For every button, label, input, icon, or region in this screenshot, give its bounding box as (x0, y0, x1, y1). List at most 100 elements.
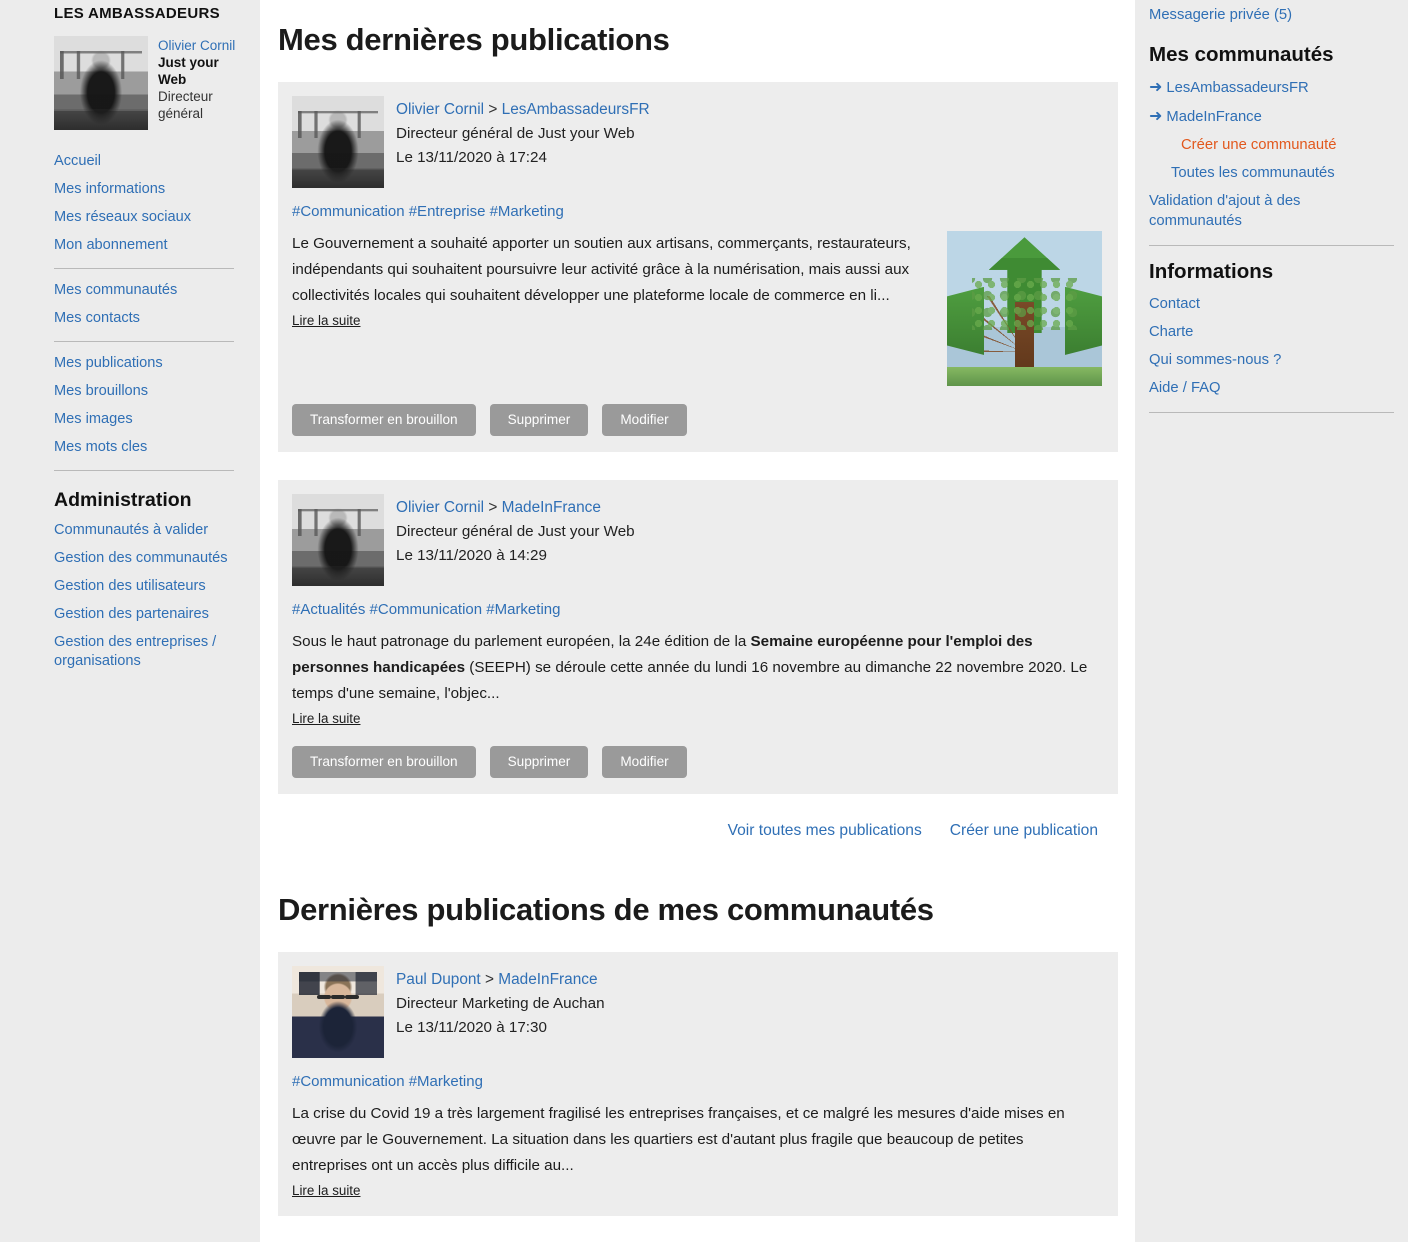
post-thumbnail[interactable] (947, 231, 1102, 386)
sidebar-item-label[interactable]: Communautés à valider (54, 521, 208, 540)
sidebar-item-gestion-des-partenaires: Gestion des partenaires (54, 605, 246, 624)
delete-button[interactable]: Supprimer (489, 746, 589, 778)
private-messages-link[interactable]: Messagerie privée (5) (1149, 5, 1292, 25)
create-publication-link[interactable]: Créer une publication (950, 822, 1098, 840)
byline-separator: > (485, 971, 494, 988)
info-item-contact[interactable]: Contact (1149, 294, 1394, 314)
sidebar-item-label[interactable]: Gestion des entreprises / organisations (54, 633, 246, 671)
sidebar-item-label[interactable]: Mes images (54, 410, 133, 429)
sidebar-item-label[interactable]: Mon abonnement (54, 236, 168, 255)
sidebar-item-label[interactable]: Mes mots cles (54, 438, 147, 457)
validation-row[interactable]: Validation d'ajout à des communautés (1149, 191, 1394, 231)
portrait-photo-paul-icon (292, 966, 384, 1058)
sidebar-item-mon-abonnement: Mon abonnement (54, 236, 246, 255)
create-community-link[interactable]: Créer une communauté (1181, 135, 1336, 155)
post-community-link[interactable]: MadeInFrance (502, 499, 601, 516)
info-item-charte[interactable]: Charte (1149, 322, 1394, 342)
post-excerpt-text: Le Gouvernement a souhaité apporter un s… (292, 235, 911, 304)
edit-button[interactable]: Modifier (602, 746, 687, 778)
divider (54, 470, 234, 471)
info-item-qui-sommes-nous[interactable]: Qui sommes-nous ? (1149, 350, 1394, 370)
page-title: Mes dernières publications (278, 22, 670, 57)
sidebar-item-label[interactable]: Gestion des partenaires (54, 605, 209, 624)
avatar (292, 966, 384, 1058)
all-communities-row[interactable]: Toutes les communautés (1149, 163, 1394, 183)
delete-button[interactable]: Supprimer (489, 404, 589, 436)
community-item-madeinfrance[interactable]: ➜ MadeInFrance (1149, 106, 1394, 127)
post-author-link[interactable]: Paul Dupont (396, 971, 481, 988)
post-author-role: Directeur Marketing de Auchan (396, 995, 605, 1012)
left-sidebar: LES AMBASSADEURS Olivier Cornil Just you… (0, 0, 260, 1242)
sidebar-item-label[interactable]: Accueil (54, 152, 101, 171)
sidebar-item-label[interactable]: Mes informations (54, 180, 165, 199)
main-content: Mes dernières publications Olivier Corni… (260, 0, 1135, 1242)
post-date: Le 13/11/2020 à 14:29 (396, 547, 547, 564)
sidebar-item-label[interactable]: Mes communautés (54, 281, 177, 300)
divider (1149, 412, 1394, 413)
transform-to-draft-button[interactable]: Transformer en brouillon (292, 404, 476, 436)
avatar (54, 36, 148, 130)
read-more-link[interactable]: Lire la suite (292, 1183, 360, 1198)
community-item-lesambassadeursfr[interactable]: ➜ LesAmbassadeursFR (1149, 77, 1394, 98)
profile-role: Directeur général (158, 89, 213, 121)
post-header: Olivier Cornil > LesAmbassadeursFR Direc… (292, 96, 1102, 188)
transform-to-draft-button[interactable]: Transformer en brouillon (292, 746, 476, 778)
community-link-label[interactable]: LesAmbassadeursFR (1166, 78, 1308, 98)
arrow-right-icon: ➜ (1149, 79, 1163, 96)
info-link-label[interactable]: Aide / FAQ (1149, 378, 1221, 398)
portrait-photo-olivier-icon (292, 494, 384, 586)
create-community-row[interactable]: Créer une communauté (1149, 135, 1394, 155)
all-communities-link[interactable]: Toutes les communautés (1171, 163, 1335, 183)
community-link-label[interactable]: MadeInFrance (1166, 107, 1261, 127)
post-tags[interactable]: #Communication #Entreprise #Marketing (292, 202, 1102, 222)
sidebar-item-mes-informations: Mes informations (54, 180, 246, 199)
see-all-publications-link[interactable]: Voir toutes mes publications (728, 822, 922, 840)
post-tags-label[interactable]: #Communication #Entreprise #Marketing (292, 203, 564, 220)
edit-button[interactable]: Modifier (602, 404, 687, 436)
validation-link[interactable]: Validation d'ajout à des communautés (1149, 191, 1394, 231)
post-author-link[interactable]: Olivier Cornil (396, 499, 484, 516)
sidebar-item-mes-contacts: Mes contacts (54, 309, 246, 328)
info-link-label[interactable]: Qui sommes-nous ? (1149, 350, 1281, 370)
post-tags[interactable]: #Communication #Marketing (292, 1072, 1102, 1092)
profile-name-link[interactable]: Olivier Cornil (158, 37, 246, 54)
sidebar-item-label[interactable]: Gestion des communautés (54, 549, 228, 568)
post-tags-label[interactable]: #Actualités #Communication #Marketing (292, 601, 560, 618)
post-header: Paul Dupont > MadeInFrance Directeur Mar… (292, 966, 1102, 1058)
post-tags[interactable]: #Actualités #Communication #Marketing (292, 600, 1102, 620)
info-item-aide-faq[interactable]: Aide / FAQ (1149, 378, 1394, 398)
sidebar-item-gestion-des-entreprises: Gestion des entreprises / organisations (54, 633, 246, 671)
sidebar-item-mes-communautes: Mes communautés (54, 281, 246, 300)
post-body-row: Le Gouvernement a souhaité apporter un s… (292, 231, 1102, 386)
sidebar-item-label[interactable]: Mes publications (54, 354, 163, 373)
post-card: Olivier Cornil > LesAmbassadeursFR Direc… (278, 82, 1118, 452)
divider (54, 341, 234, 342)
info-link-label[interactable]: Charte (1149, 322, 1193, 342)
administration-heading: Administration (54, 489, 192, 511)
post-byline: Olivier Cornil > LesAmbassadeursFR (396, 98, 650, 122)
sidebar-item-gestion-des-communautes: Gestion des communautés (54, 549, 246, 568)
profile-card: Olivier Cornil Just your Web Directeur g… (54, 36, 246, 130)
post-tags-label[interactable]: #Communication #Marketing (292, 1073, 483, 1090)
informations-list: Contact Charte Qui sommes-nous ? Aide / … (1149, 294, 1394, 398)
sidebar-item-mes-mots-cles: Mes mots cles (54, 438, 246, 457)
feed-footer-links: Voir toutes mes publications Créer une p… (278, 822, 1118, 840)
right-sidebar: Messagerie privée (5) Mes communautés ➜ L… (1135, 0, 1408, 1242)
portrait-photo-olivier-icon (292, 96, 384, 188)
post-author-link[interactable]: Olivier Cornil (396, 101, 484, 118)
sidebar-item-label[interactable]: Mes brouillons (54, 382, 148, 401)
read-more-link[interactable]: Lire la suite (292, 313, 360, 328)
post-community-link[interactable]: MadeInFrance (498, 971, 597, 988)
info-link-label[interactable]: Contact (1149, 294, 1200, 314)
read-more-link[interactable]: Lire la suite (292, 711, 360, 726)
post-body-row: Sous le haut patronage du parlement euro… (292, 629, 1102, 728)
sidebar-item-mes-publications: Mes publications (54, 354, 246, 373)
post-excerpt-text: Sous le haut patronage du parlement euro… (292, 633, 751, 650)
sidebar-item-label[interactable]: Mes réseaux sociaux (54, 208, 191, 227)
post-byline: Paul Dupont > MadeInFrance (396, 968, 605, 992)
post-community-link[interactable]: LesAmbassadeursFR (502, 101, 650, 118)
informations-heading: Informations (1149, 260, 1274, 283)
sidebar-item-label[interactable]: Mes contacts (54, 309, 140, 328)
sidebar-item-label[interactable]: Gestion des utilisateurs (54, 577, 206, 596)
post-byline: Olivier Cornil > MadeInFrance (396, 496, 635, 520)
